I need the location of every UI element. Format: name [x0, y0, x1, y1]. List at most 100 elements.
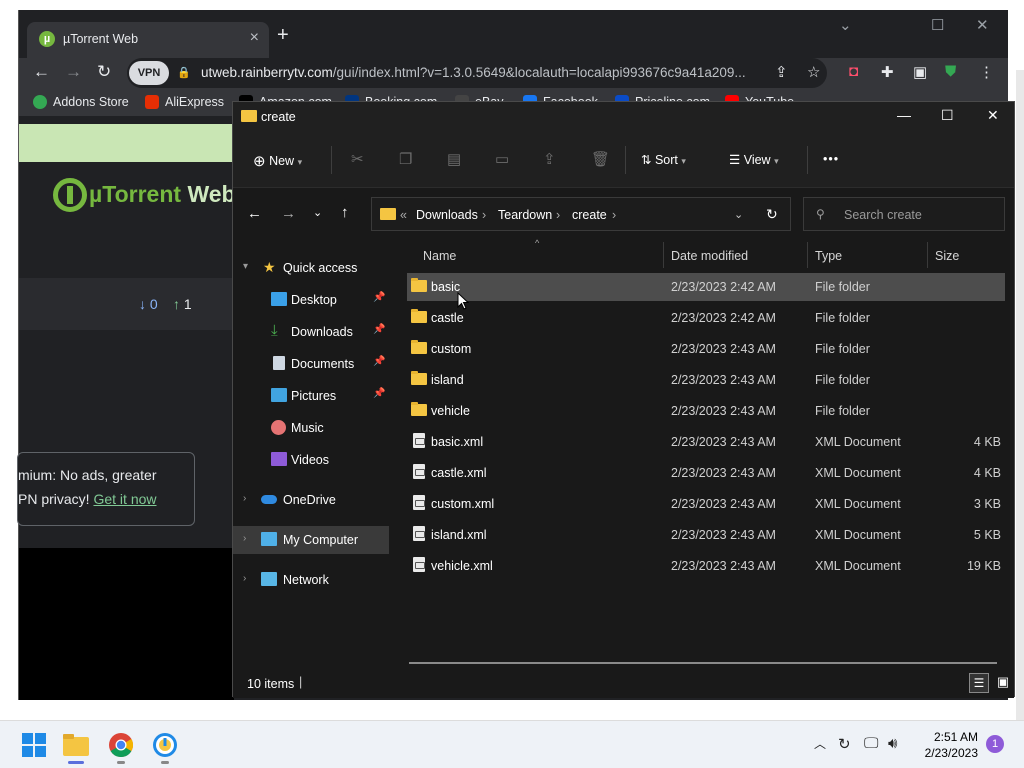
column-header-date[interactable]: Date modified	[671, 249, 748, 263]
copy-icon[interactable]: ❐	[399, 150, 412, 168]
table-row[interactable]: castle.xml 2/23/2023 2:43 AM XML Document 4…	[407, 459, 1005, 487]
explorer-title-bar[interactable]: create — ☐ ✕	[233, 102, 1014, 132]
table-row[interactable]: island.xml 2/23/2023 2:43 AM XML Document 5…	[407, 521, 1005, 549]
search-input[interactable]: ⚲ Search create	[803, 197, 1005, 231]
refresh-icon[interactable]: ↻	[766, 206, 778, 223]
see-more-button[interactable]: •••	[823, 152, 839, 166]
lock-icon[interactable]: 🔒	[177, 66, 191, 79]
nav-network[interactable]: › Network	[233, 566, 389, 594]
new-tab-icon[interactable]: +	[277, 24, 289, 47]
chevron-right-icon[interactable]: ›	[482, 208, 486, 222]
notification-badge[interactable]: 1	[986, 735, 1004, 753]
shield-extension-icon[interactable]: ⛊	[945, 63, 956, 80]
maximize-browser-icon[interactable]: ☐	[931, 16, 944, 34]
chevron-right-icon[interactable]: ›	[556, 208, 560, 222]
extension-icon[interactable]: ◘	[849, 63, 858, 80]
back-icon[interactable]: ←	[33, 62, 50, 82]
paste-icon[interactable]: ▤	[447, 150, 461, 168]
close-browser-icon[interactable]: ✕	[976, 16, 989, 34]
tab-search-icon[interactable]: ⌄	[839, 16, 852, 34]
table-row[interactable]: custom 2/23/2023 2:43 AM File folder	[407, 335, 1005, 363]
breadcrumb-overflow-icon[interactable]: «	[400, 208, 407, 222]
table-row[interactable]: basic 2/23/2023 2:42 AM File folder	[407, 273, 1005, 301]
windows-taskbar: ︿ ↻ 🖵 🔊︎ 2:51 AM 2/23/2023 1	[0, 720, 1024, 768]
column-header-type[interactable]: Type	[815, 249, 842, 263]
bookmark-star-icon[interactable]: ☆	[807, 63, 820, 81]
table-row[interactable]: island 2/23/2023 2:43 AM File folder	[407, 366, 1005, 394]
xml-file-icon	[413, 464, 425, 479]
sort-button[interactable]: ⇅ Sort ▾	[641, 152, 686, 167]
file-explorer-taskbar-button[interactable]	[62, 731, 90, 764]
nav-my-computer[interactable]: › My Computer	[233, 526, 389, 554]
utorrent-taskbar-button[interactable]	[151, 731, 179, 764]
share-file-icon[interactable]: ⇪	[543, 150, 556, 168]
network-status-icon[interactable]: 🖵	[864, 735, 878, 752]
address-bar[interactable]: VPN 🔒 utweb.rainberrytv.com/gui/index.ht…	[127, 58, 827, 88]
promo-text-line2: PN privacy! Get it now	[18, 491, 157, 507]
new-button[interactable]: ⊕ New ▾	[253, 152, 302, 170]
table-row[interactable]: castle 2/23/2023 2:42 AM File folder	[407, 304, 1005, 332]
column-header-size[interactable]: Size	[935, 249, 959, 263]
column-divider[interactable]	[807, 242, 808, 268]
forward-icon[interactable]: →	[65, 62, 82, 82]
nav-pictures[interactable]: Pictures 📌	[233, 382, 389, 410]
details-view-icon[interactable]: ☰	[969, 673, 989, 693]
close-icon[interactable]: ✕	[987, 107, 999, 124]
table-row[interactable]: custom.xml 2/23/2023 2:43 AM XML Document 3…	[407, 490, 1005, 518]
url-text[interactable]: utweb.rainberrytv.com/gui/index.html?v=1…	[201, 65, 746, 80]
delete-icon[interactable]: 🗑	[591, 150, 610, 168]
show-hidden-icons-chevron-icon[interactable]: ︿	[814, 735, 826, 752]
column-header-name[interactable]: Name	[423, 249, 456, 263]
share-icon[interactable]: ⇪	[775, 63, 788, 81]
breadcrumb[interactable]: « Downloads › Teardown › create › ⌄ ↻	[371, 197, 791, 231]
back-arrow-icon[interactable]: ←	[247, 205, 262, 222]
extensions-puzzle-icon[interactable]: ✚	[881, 63, 894, 81]
get-it-now-link[interactable]: Get it now	[93, 491, 156, 507]
divider	[331, 146, 332, 174]
tiles-view-icon[interactable]: ▣	[993, 673, 1013, 693]
breadcrumb-downloads[interactable]: Downloads	[416, 208, 478, 222]
horizontal-scrollbar[interactable]	[409, 662, 997, 664]
start-button[interactable]	[20, 731, 48, 759]
chrome-taskbar-button[interactable]	[107, 731, 135, 764]
table-row[interactable]: basic.xml 2/23/2023 2:43 AM XML Document 4 …	[407, 428, 1005, 456]
system-clock[interactable]: 2:51 AM 2/23/2023	[918, 729, 978, 761]
breadcrumb-teardown[interactable]: Teardown	[498, 208, 552, 222]
breadcrumb-create[interactable]: create	[572, 208, 607, 222]
nav-videos[interactable]: Videos	[233, 446, 389, 474]
address-dropdown-icon[interactable]: ⌄	[734, 208, 743, 221]
nav-documents[interactable]: Documents 📌	[233, 350, 389, 378]
chevron-right-icon[interactable]: ›	[612, 208, 616, 222]
music-icon	[271, 420, 286, 435]
up-arrow-icon[interactable]: ↑	[341, 204, 349, 221]
minimize-icon[interactable]: —	[897, 107, 911, 123]
cut-icon[interactable]: ✂	[351, 150, 364, 168]
bookmark-aliexpress[interactable]: AliExpress	[145, 95, 224, 109]
side-panel-icon[interactable]: ▣	[913, 63, 927, 81]
maximize-icon[interactable]: ☐	[941, 107, 954, 124]
nav-downloads[interactable]: ⤓ Downloads 📌	[233, 318, 389, 346]
column-divider[interactable]	[663, 242, 664, 268]
nav-desktop[interactable]: Desktop 📌	[233, 286, 389, 314]
rename-icon[interactable]: ▭	[495, 150, 509, 168]
close-tab-icon[interactable]: ×	[250, 29, 259, 47]
browser-tab[interactable]: µ µTorrent Web ×	[27, 22, 269, 58]
vpn-badge[interactable]: VPN	[129, 61, 169, 85]
volume-icon[interactable]: 🔊︎	[888, 735, 897, 752]
column-divider[interactable]	[927, 242, 928, 268]
table-row[interactable]: vehicle.xml 2/23/2023 2:43 AM XML Document…	[407, 552, 1005, 580]
browser-page-scrollbar[interactable]	[1016, 70, 1024, 720]
star-icon: ★	[263, 259, 276, 275]
forward-arrow-icon[interactable]: →	[281, 205, 296, 222]
nav-music[interactable]: Music	[233, 414, 389, 442]
view-button[interactable]: ☰ View ▾	[729, 152, 779, 167]
reload-icon[interactable]: ↻	[97, 62, 111, 82]
pictures-icon	[271, 388, 287, 402]
chrome-menu-icon[interactable]: ⋮	[979, 63, 994, 81]
nav-quick-access[interactable]: ▾ ★ Quick access	[233, 254, 389, 282]
nav-onedrive[interactable]: › OneDrive	[233, 486, 389, 514]
bookmark-addons-store[interactable]: Addons Store	[33, 95, 129, 109]
recent-locations-icon[interactable]: ⌄	[313, 206, 322, 219]
table-row[interactable]: vehicle 2/23/2023 2:43 AM File folder	[407, 397, 1005, 425]
sync-icon[interactable]: ↻	[838, 735, 851, 753]
